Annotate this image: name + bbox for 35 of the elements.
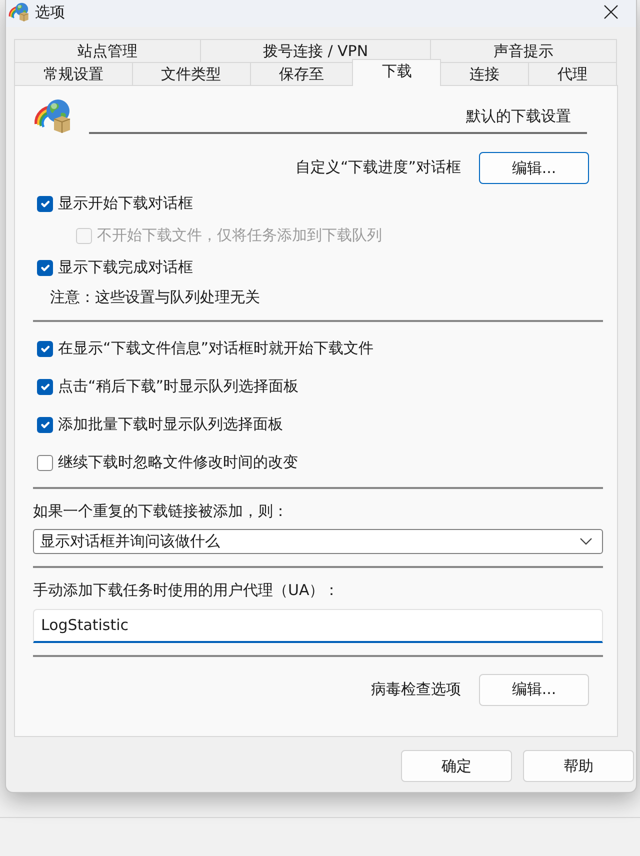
checkbox[interactable] <box>37 196 53 212</box>
window-title: 选项 <box>35 2 65 22</box>
chevron-icon <box>580 538 592 545</box>
checkbox[interactable] <box>37 340 53 356</box>
checkbox-label: 点击“稍后下载”时显示队列选择面板 <box>58 376 299 396</box>
tab[interactable]: 站点管理 <box>14 39 201 62</box>
option-label: 病毒检查选项 <box>371 680 461 700</box>
edit-button[interactable]: 编辑... <box>479 152 589 184</box>
tab[interactable]: 下载 <box>352 59 442 86</box>
tab[interactable]: 代理 <box>528 62 617 85</box>
checkbox[interactable] <box>37 378 53 394</box>
dropdown[interactable]: 显示对话框并询问该做什么 <box>33 529 603 554</box>
checkbox-label: 添加批量下载时显示队列选择面板 <box>58 414 283 434</box>
edit-button[interactable]: 编辑... <box>479 674 589 706</box>
note-text: 注意：这些设置与队列处理无关 <box>49 288 261 308</box>
input-field[interactable]: LogStatistic <box>33 608 603 642</box>
globe-icon <box>33 98 73 134</box>
checkbox[interactable] <box>37 454 53 470</box>
checkbox-label: 显示下载完成对话框 <box>58 258 193 278</box>
checkbox[interactable] <box>37 416 53 432</box>
checkbox-label: 在显示“下载文件信息”对话框时就开始下载文件 <box>58 338 374 358</box>
section-heading: 默认的下载设置 <box>466 106 572 126</box>
field-label: 如果一个重复的下载链接被添加，则： <box>33 502 289 521</box>
field-label: 手动添加下载任务时使用的用户代理（UA）： <box>33 581 340 600</box>
globe-icon <box>8 2 30 22</box>
checkbox-label: 继续下载时忽略文件修改时间的改变 <box>58 452 298 472</box>
close-icon[interactable] <box>604 5 618 19</box>
checkbox-label: 显示开始下载对话框 <box>58 194 193 214</box>
checkbox-label: 不开始下载文件，仅将任务添加到下载队列 <box>97 226 382 246</box>
dialog-button[interactable]: 确定 <box>401 750 512 782</box>
dialog-button[interactable]: 帮助 <box>523 750 634 782</box>
tab[interactable]: 常规设置 <box>14 62 133 85</box>
option-label: 自定义“下载进度”对话框 <box>295 158 461 178</box>
checkbox[interactable] <box>37 260 53 276</box>
tab[interactable]: 声音提示 <box>430 39 617 62</box>
